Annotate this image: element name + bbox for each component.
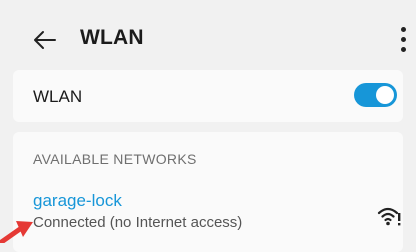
available-networks-card: AVAILABLE NETWORKS garage-lock Connected… xyxy=(13,132,403,252)
network-item-garage-lock[interactable]: garage-lock Connected (no Internet acces… xyxy=(13,182,403,244)
switch-knob xyxy=(376,86,394,104)
more-vertical-icon xyxy=(401,27,406,32)
wlan-toggle-label: WLAN xyxy=(33,87,83,106)
network-name: garage-lock xyxy=(33,191,122,210)
app-header: WLAN xyxy=(0,0,416,78)
section-title: AVAILABLE NETWORKS xyxy=(33,151,197,167)
back-button[interactable] xyxy=(26,22,62,58)
more-options-button[interactable] xyxy=(396,24,416,56)
wlan-toggle-row[interactable]: WLAN xyxy=(13,70,403,122)
annotation-arrow-icon xyxy=(0,221,33,243)
page-title: WLAN xyxy=(80,26,144,49)
network-status: Connected (no Internet access) xyxy=(33,214,243,231)
wifi-no-internet-icon xyxy=(377,207,401,226)
wlan-switch[interactable] xyxy=(354,83,397,107)
back-arrow-icon xyxy=(34,31,56,49)
